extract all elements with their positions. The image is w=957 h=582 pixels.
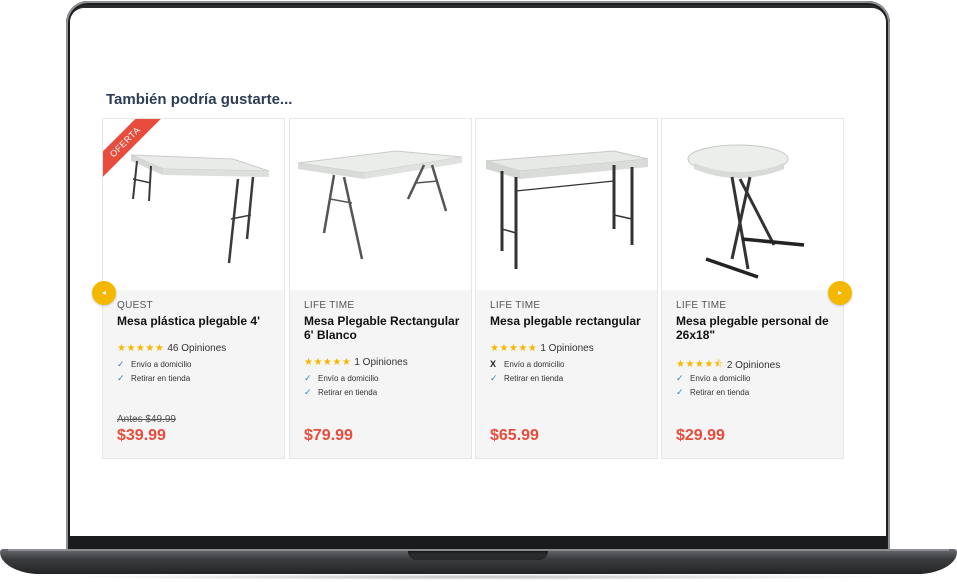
product-brand: LIFE TIME	[490, 300, 541, 311]
product-card[interactable]: LIFE TIME Mesa Plegable Rectangular 6' B…	[289, 118, 472, 459]
product-rating[interactable]: ★★★★★ 1 Opiniones	[490, 343, 594, 354]
product-rating[interactable]: ★★★★⯪ 2 Opiniones	[676, 357, 780, 374]
star-rating-icon: ★★★★★	[490, 343, 538, 354]
check-icon: ✓	[490, 373, 498, 383]
feature-delivery: ✓ Envío a domicilio	[117, 359, 192, 369]
product-name[interactable]: Mesa Plegable Rectangular 6' Blanco	[304, 314, 464, 342]
product-image[interactable]	[290, 119, 471, 290]
product-card[interactable]: OFERTA QUEST Mesa plástica plegable 4' ★…	[102, 118, 285, 459]
review-count: 1 Opiniones	[354, 357, 408, 368]
star-rating-icon: ★★★★★	[304, 357, 352, 368]
product-card[interactable]: LIFE TIME Mesa plegable personal de 26x1…	[661, 118, 844, 459]
chevron-right-icon: ▸	[837, 288, 842, 297]
laptop-screen: También podría gustarte... OFERTA QUEST	[70, 8, 886, 536]
product-price: $39.99	[117, 427, 166, 444]
carousel-prev-button[interactable]: ◂	[92, 281, 116, 305]
star-rating-icon: ★★★★★	[117, 343, 165, 354]
product-carousel: OFERTA QUEST Mesa plástica plegable 4' ★…	[102, 118, 844, 460]
close-icon: X	[490, 359, 497, 369]
laptop-notch	[408, 551, 548, 560]
feature-delivery: ✓ Envío a domicilio	[676, 373, 751, 383]
product-image[interactable]	[476, 119, 657, 290]
check-icon: ✓	[117, 359, 125, 369]
check-icon: ✓	[304, 373, 312, 383]
check-icon: ✓	[304, 387, 312, 397]
product-name[interactable]: Mesa plegable rectangular	[490, 314, 650, 328]
product-name[interactable]: Mesa plástica plegable 4'	[117, 314, 277, 328]
check-icon: ✓	[117, 373, 125, 383]
product-rating[interactable]: ★★★★★ 1 Opiniones	[304, 357, 408, 368]
product-rating[interactable]: ★★★★★ 46 Opiniones	[117, 343, 226, 354]
laptop-shadow	[60, 574, 897, 580]
product-brand: QUEST	[117, 300, 153, 311]
check-icon: ✓	[676, 387, 684, 397]
check-icon: ✓	[676, 373, 684, 383]
product-price: $65.99	[490, 427, 539, 444]
product-image[interactable]: OFERTA	[103, 119, 284, 290]
product-price: $29.99	[676, 427, 725, 444]
feature-pickup: ✓ Retirar en tienda	[304, 387, 378, 397]
product-image[interactable]	[662, 119, 843, 290]
product-brand: LIFE TIME	[676, 300, 727, 311]
laptop-bezel	[70, 536, 886, 550]
product-name[interactable]: Mesa plegable personal de 26x18"	[676, 314, 836, 342]
review-count: 46 Opiniones	[167, 343, 227, 354]
product-brand: LIFE TIME	[304, 300, 355, 311]
feature-pickup: ✓ Retirar en tienda	[490, 373, 564, 383]
feature-pickup: ✓ Retirar en tienda	[676, 387, 750, 397]
product-price: $79.99	[304, 427, 353, 444]
feature-pickup: ✓ Retirar en tienda	[117, 373, 191, 383]
review-count: 2 Opiniones	[726, 360, 781, 371]
feature-delivery: X Envío a domicilio	[490, 359, 565, 369]
feature-delivery: ✓ Envío a domicilio	[304, 373, 379, 383]
product-card[interactable]: LIFE TIME Mesa plegable rectangular ★★★★…	[475, 118, 658, 459]
chevron-left-icon: ◂	[101, 288, 106, 297]
star-rating-icon: ★★★★⯪	[676, 359, 724, 370]
carousel-next-button[interactable]: ▸	[828, 281, 852, 305]
old-price: Antes $49.99	[117, 414, 176, 425]
section-title: También podría gustarte...	[106, 91, 293, 108]
review-count: 1 Opiniones	[540, 343, 594, 354]
